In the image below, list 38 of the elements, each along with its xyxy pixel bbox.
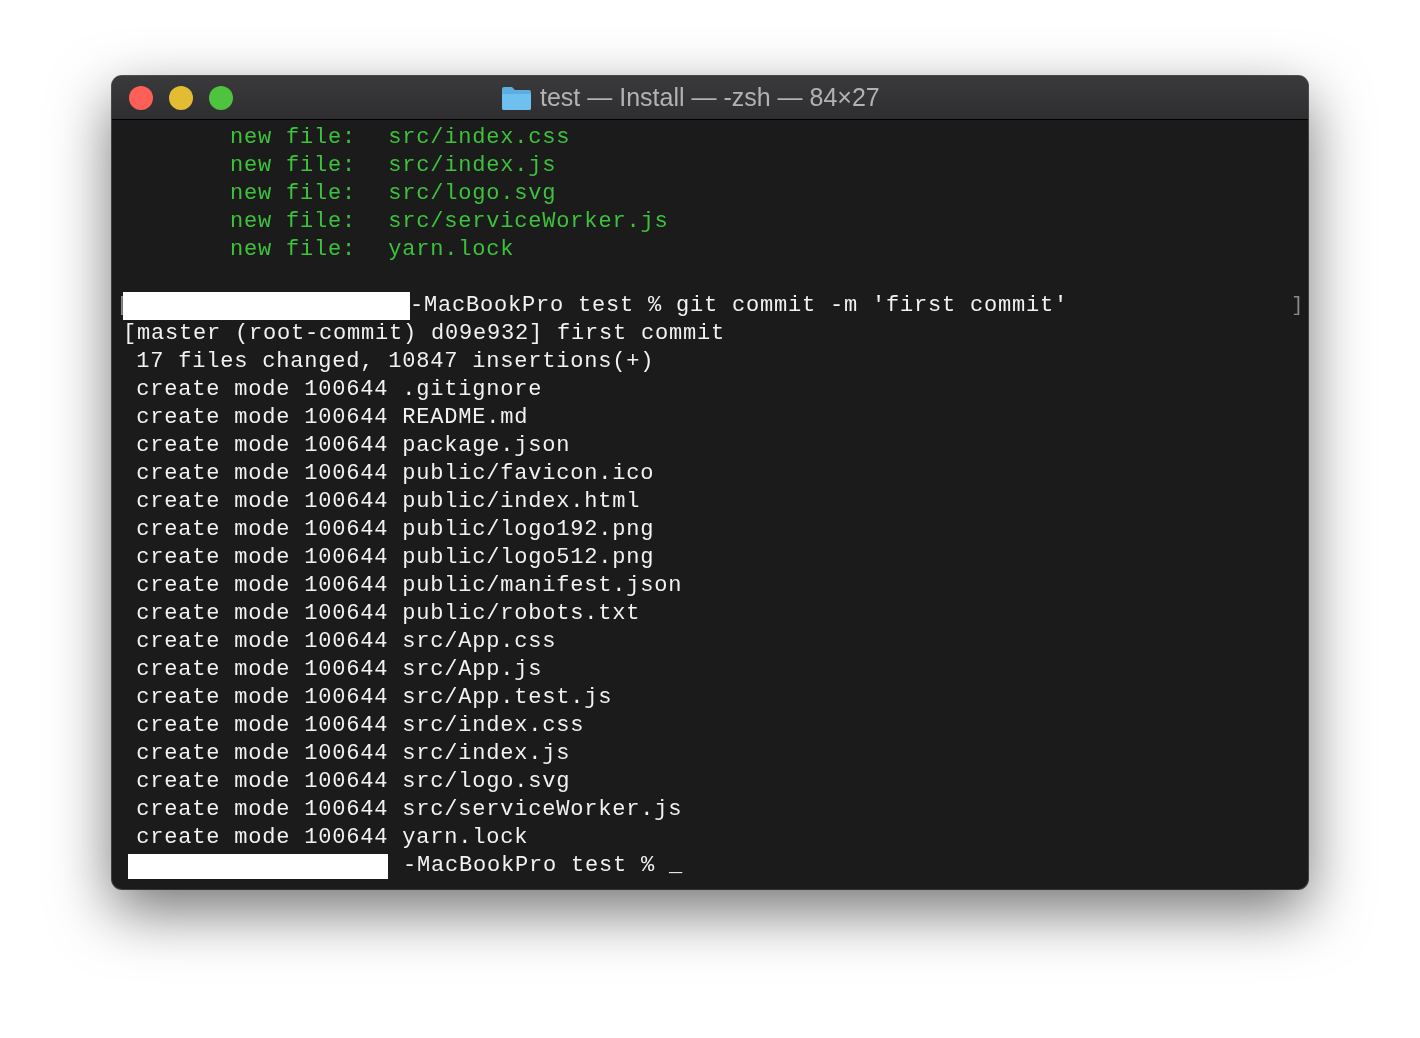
output-line: create mode 100644 public/logo192.png (136, 516, 655, 544)
output-line: create mode 100644 README.md (136, 404, 529, 432)
window-title: test — Install — -zsh — 84×27 (540, 81, 880, 113)
file-status: new file: (229, 180, 357, 208)
zoom-button[interactable] (209, 85, 233, 110)
output-line: create mode 100644 src/serviceWorker.js (136, 796, 683, 824)
output-line: create mode 100644 package.json (136, 432, 571, 460)
output-line: create mode 100644 public/logo512.png (136, 544, 655, 572)
file-status: new file: (229, 124, 357, 152)
output-line: create mode 100644 src/index.css (136, 712, 585, 740)
file-status: new file: (229, 152, 357, 180)
output-line: create mode 100644 src/App.js (136, 656, 543, 684)
file-status: new file: (229, 236, 357, 264)
command-line: -MacBookPro test % (403, 852, 657, 880)
output-line: create mode 100644 src/App.css (136, 628, 557, 656)
close-button[interactable] (129, 85, 153, 110)
output-line: create mode 100644 public/index.html (136, 488, 641, 516)
file-path: src/serviceWorker.js (388, 208, 669, 236)
folder-icon (501, 85, 532, 110)
output-line: 17 files changed, 10847 insertions(+) (136, 348, 655, 376)
output-line: [master (root-commit) d09e932] first commit (123, 320, 726, 348)
cursor: _ (669, 852, 684, 880)
minimize-button[interactable] (169, 85, 193, 110)
output-line: create mode 100644 src/logo.svg (136, 768, 571, 796)
output-line: create mode 100644 public/favicon.ico (136, 460, 655, 488)
mark-bracket: ] (1291, 293, 1304, 319)
output-line: create mode 100644 src/index.js (136, 740, 571, 768)
command-line: -MacBookPro test % git commit -m 'first commit' (410, 292, 1069, 320)
file-path: yarn.lock (388, 236, 515, 264)
output-line: create mode 100644 public/manifest.json (136, 572, 683, 600)
file-path: src/logo.svg (388, 180, 557, 208)
file-path: src/index.js (388, 152, 557, 180)
file-status: new file: (229, 208, 357, 236)
output-line: create mode 100644 .gitignore (136, 376, 543, 404)
output-line: create mode 100644 public/robots.txt (136, 600, 641, 628)
file-path: src/index.css (388, 124, 571, 152)
output-line: create mode 100644 yarn.lock (136, 824, 529, 852)
output-line: create mode 100644 src/App.test.js (136, 684, 613, 712)
